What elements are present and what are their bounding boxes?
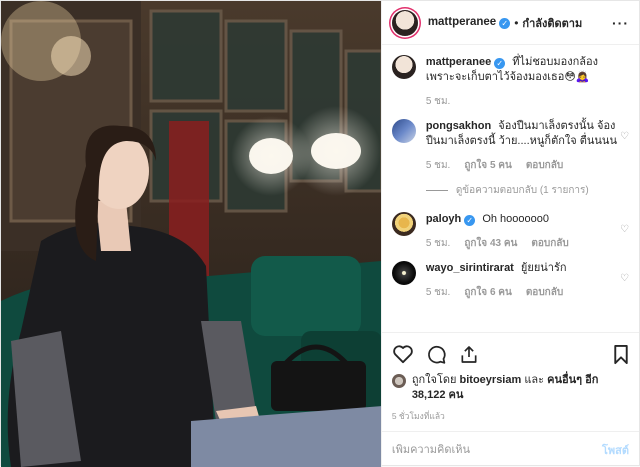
comment-text: ยู้ยยน่ารัก xyxy=(520,262,567,274)
comment-bubble-icon[interactable] xyxy=(426,344,447,365)
like-heart-icon[interactable] xyxy=(392,344,414,364)
liker-avatar xyxy=(391,374,406,388)
commenter-username[interactable]: wayo_sirintirarat xyxy=(426,262,514,274)
post-comment-button[interactable]: โพสต์ xyxy=(602,441,629,459)
reply-button[interactable]: ตอบกลับ xyxy=(526,285,563,300)
post-header: mattperanee ✓ • กำลังติดตาม ··· xyxy=(381,1,639,45)
post-photo[interactable] xyxy=(1,1,381,467)
liked-by-prefix: ถูกใจโดย xyxy=(411,374,457,386)
comment-like-heart-icon[interactable]: ♡ xyxy=(620,224,629,235)
comment-time: 5 ชม. xyxy=(425,287,451,298)
verified-badge-icon: ✓ xyxy=(494,58,506,69)
following-button[interactable]: กำลังติดตาม xyxy=(522,14,582,32)
more-options-icon[interactable]: ··· xyxy=(612,16,629,30)
comment-like-count[interactable]: ถูกใจ 43 คน xyxy=(464,236,517,251)
commenter-username[interactable]: paloyh ✓ xyxy=(426,213,476,226)
comment-item: paloyh ✓ Oh hoooooo0 5 ชม. ถูกใจ 43 คน ตอ… xyxy=(391,212,629,251)
comment-like-heart-icon[interactable]: ♡ xyxy=(620,273,629,284)
comment-like-heart-icon[interactable]: ♡ xyxy=(620,131,629,142)
bookmark-icon[interactable] xyxy=(613,344,629,365)
comment-like-count[interactable]: ถูกใจ 6 คน xyxy=(464,285,512,300)
verified-badge-icon: ✓ xyxy=(499,18,511,29)
post-side-panel: mattperanee ✓ • กำลังติดตาม ··· mattperan… xyxy=(380,1,639,467)
comment-item: pongsakhon จ้องปืนมาเล็งตรงนั้น จ้องปืนม… xyxy=(391,119,629,173)
caption-avatar[interactable] xyxy=(391,55,416,79)
commenter-avatar[interactable] xyxy=(391,212,416,236)
instagram-post: mattperanee ✓ • กำลังติดตาม ··· mattperan… xyxy=(0,0,640,467)
reply-button[interactable]: ตอบกลับ xyxy=(526,158,563,173)
comments-list: mattperanee ✓ ที่ไม่ชอบมองกล้อง เพราะจะเก… xyxy=(382,45,639,332)
photo-illustration xyxy=(1,1,381,467)
caption-username[interactable]: mattperanee ✓ xyxy=(426,56,506,69)
post-actions: ถูกใจโดย bitoeyrsiam และ คนอื่นๆ อีก 38,… xyxy=(381,332,639,423)
replies-divider xyxy=(425,190,448,191)
author-username[interactable]: mattperanee ✓ xyxy=(428,16,511,29)
comment-like-count[interactable]: ถูกใจ 5 คน xyxy=(464,158,512,173)
liked-by-and: และ xyxy=(524,374,545,386)
comment-time: 5 ชม. xyxy=(425,238,451,249)
comment-time: 5 ชม. xyxy=(425,160,451,171)
liker-username[interactable]: bitoeyrsiam xyxy=(460,374,522,386)
header-separator: • xyxy=(514,15,519,30)
comment-input[interactable] xyxy=(391,443,602,456)
reply-button[interactable]: ตอบกลับ xyxy=(531,236,568,251)
commenter-avatar[interactable] xyxy=(391,261,416,285)
comment-text: Oh hoooooo0 xyxy=(482,213,549,225)
commenter-avatar[interactable] xyxy=(391,119,416,143)
comment-item: wayo_sirintirarat ยู้ยยน่ารัก 5 ชม. ถูกใ… xyxy=(391,261,629,300)
share-icon[interactable] xyxy=(459,344,479,365)
commenter-username[interactable]: pongsakhon xyxy=(426,120,491,132)
caption: mattperanee ✓ ที่ไม่ชอบมองกล้อง เพราะจะเก… xyxy=(391,55,629,109)
author-avatar[interactable] xyxy=(391,9,418,36)
liked-by-summary[interactable]: ถูกใจโดย bitoeyrsiam และ คนอื่นๆ อีก 38,… xyxy=(391,373,629,403)
verified-badge-icon: ✓ xyxy=(464,215,476,226)
caption-time: 5 ชม. xyxy=(425,96,451,107)
posted-time: 5 ชั่วโมงที่แล้ว xyxy=(391,411,445,421)
view-replies-link[interactable]: ดูข้อความตอบกลับ (1 รายการ) xyxy=(425,183,629,198)
add-comment-bar: โพสต์ xyxy=(381,431,639,467)
action-icons-row xyxy=(392,341,629,367)
